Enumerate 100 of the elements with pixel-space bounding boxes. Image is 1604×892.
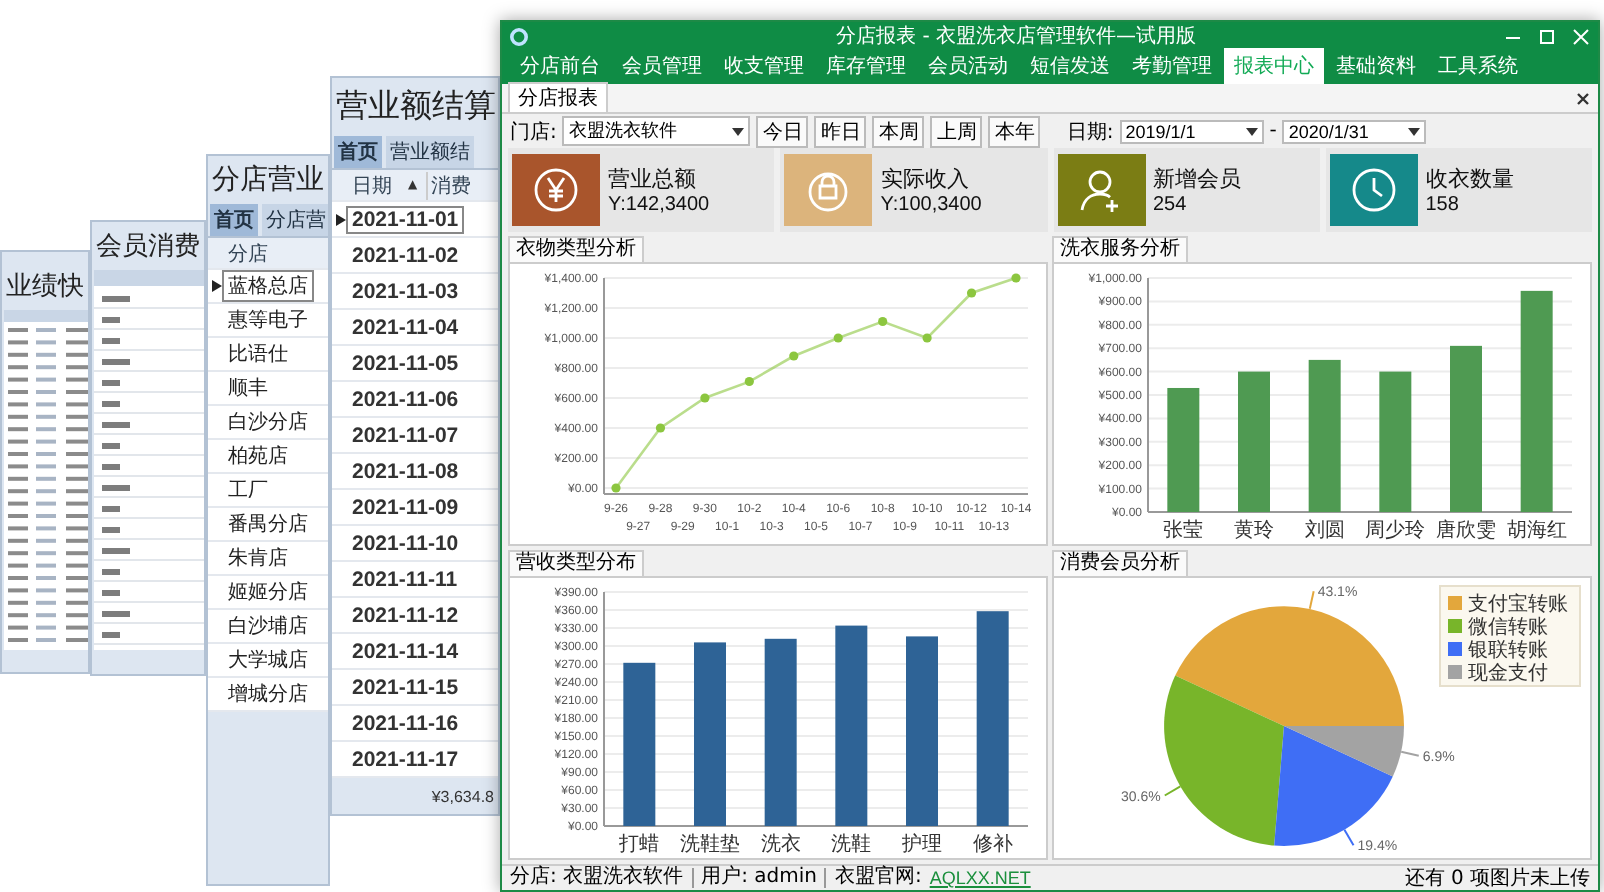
date-range-button[interactable]: 本周 xyxy=(872,115,925,147)
table-cell[interactable]: 2021-11-11 xyxy=(348,567,462,591)
data-point xyxy=(655,423,666,433)
legend-label: 现金支付 xyxy=(1468,663,1548,685)
card-value: 158 xyxy=(1425,194,1461,216)
table-cell[interactable]: 2021-11-14 xyxy=(348,639,463,663)
table-cell[interactable]: 2021-11-08 xyxy=(348,459,463,483)
legend-background xyxy=(1439,585,1581,687)
table-cell[interactable]: 2021-11-03 xyxy=(348,279,463,303)
table-cell[interactable]: 增城分店 xyxy=(224,680,312,708)
window-title: 业绩快 xyxy=(4,270,86,306)
data-point xyxy=(833,333,843,343)
table-cell[interactable]: 白沙埔店 xyxy=(224,612,312,640)
chart-tab[interactable]: 洗衣服务分析 xyxy=(1052,236,1188,262)
axis-category-label: 打蜡 xyxy=(619,834,660,856)
leader-line xyxy=(1400,750,1420,757)
card-value: 254 xyxy=(1153,194,1189,216)
website-link[interactable]: AQLXX.NET xyxy=(929,868,1031,888)
page-tab[interactable]: 分店报表 xyxy=(508,82,608,112)
table-cell[interactable]: 比语仕 xyxy=(224,340,292,368)
table-cell[interactable]: 2021-11-02 xyxy=(348,243,463,267)
table-cell[interactable]: 柏苑店 xyxy=(224,442,292,470)
table-cell[interactable]: 2021-11-16 xyxy=(348,711,463,735)
axis-category-label: 洗鞋 xyxy=(831,834,872,856)
date-range-button[interactable]: 上周 xyxy=(930,115,983,147)
table-cell[interactable]: 大学城店 xyxy=(224,646,312,674)
column-header[interactable]: 消费 xyxy=(425,171,472,199)
app-logo-icon xyxy=(510,27,528,45)
table-cell[interactable]: 工厂 xyxy=(224,476,272,504)
table-cell[interactable]: 姬姬分店 xyxy=(224,578,312,606)
table-cell[interactable]: 2021-11-10 xyxy=(348,531,463,555)
menu-tab[interactable]: 会员活动 xyxy=(918,48,1018,84)
table-cell[interactable]: 番禺分店 xyxy=(224,510,312,538)
status-user: 用户: admin xyxy=(701,868,827,888)
date-range-button[interactable]: 本年 xyxy=(988,115,1041,147)
axis-category-label: 洗鞋垫 xyxy=(680,834,740,856)
menu-tab[interactable]: 工具系统 xyxy=(1428,48,1528,84)
bar xyxy=(1167,388,1200,512)
axis-category-label: 周少玲 xyxy=(1365,520,1426,542)
legend-swatch xyxy=(1448,665,1462,679)
table-cell[interactable]: 2021-11-07 xyxy=(348,423,463,447)
table-cell[interactable]: 蓝格总店 xyxy=(224,272,312,300)
table-cell[interactable]: 2021-11-17 xyxy=(348,747,463,771)
close-icon[interactable] xyxy=(1576,91,1590,105)
chart-tab[interactable]: 消费会员分析 xyxy=(1052,550,1188,576)
chart-tab[interactable]: 衣物类型分析 xyxy=(508,236,644,262)
table-cell[interactable]: 惠等电子 xyxy=(224,306,312,334)
table-cell[interactable]: 朱肯店 xyxy=(224,544,292,572)
tab[interactable]: 首页 xyxy=(210,204,258,236)
window-title: 会员消费 xyxy=(94,230,202,266)
menu-tab[interactable]: 库存管理 xyxy=(816,48,916,84)
menu-tab[interactable]: 考勤管理 xyxy=(1122,48,1222,84)
table-cell[interactable]: 顺丰 xyxy=(224,374,272,402)
menu-tab[interactable]: 基础资料 xyxy=(1326,48,1426,84)
tab[interactable]: 首页 xyxy=(334,136,382,168)
leader-line xyxy=(1163,785,1182,797)
total-value: ¥3,634.8 xyxy=(429,786,496,810)
date-range-button[interactable]: 昨日 xyxy=(814,115,867,147)
axis-category-label: 胡海红 xyxy=(1506,520,1567,542)
end-date-field[interactable]: 2020/1/31 xyxy=(1282,119,1427,143)
date-range-button[interactable]: 今日 xyxy=(756,115,809,147)
axis-category-label: 唐欣雯 xyxy=(1436,520,1496,542)
table-cell[interactable]: 2021-11-04 xyxy=(348,315,463,339)
tab[interactable]: 营业额结 xyxy=(386,136,474,168)
chart-tab[interactable]: 营收类型分布 xyxy=(508,550,644,576)
menu-tab[interactable]: 分店前台 xyxy=(510,48,610,84)
table-cell[interactable]: 白沙分店 xyxy=(224,408,312,436)
status-site-label: 衣盟官网: xyxy=(834,868,922,888)
table-cell[interactable]: 2021-11-15 xyxy=(348,675,463,699)
card-label: 实际收入 xyxy=(880,164,971,194)
bar xyxy=(1238,371,1270,512)
start-date-field[interactable]: 2019/1/1 xyxy=(1119,119,1264,143)
menu-tab[interactable]: 短信发送 xyxy=(1020,48,1120,84)
leader-line xyxy=(1308,590,1315,610)
store-dropdown[interactable]: 衣盟洗衣软件 xyxy=(562,116,751,146)
menu-tab[interactable]: 会员管理 xyxy=(612,48,712,84)
clock-icon xyxy=(1349,166,1398,214)
axis-category-label: 黄玲 xyxy=(1234,520,1274,542)
data-point xyxy=(922,333,932,343)
axis-category-label: 刘圆 xyxy=(1304,520,1345,542)
table-cell[interactable]: 2021-11-05 xyxy=(348,351,463,375)
card-value: Y:142,3400 xyxy=(608,194,710,216)
axis-category-label: 洗衣 xyxy=(760,834,801,856)
tab[interactable]: 分店营 xyxy=(262,204,328,236)
window-title: 分店报表 - 衣盟洗衣店管理软件—试用版 xyxy=(834,23,1198,50)
data-point xyxy=(700,393,710,403)
store-label: 门店: xyxy=(510,119,557,145)
menu-tab[interactable]: 收支管理 xyxy=(714,48,814,84)
column-header[interactable]: 日期 xyxy=(348,171,396,199)
table-cell[interactable]: 2021-11-12 xyxy=(348,603,463,627)
card-label: 收衣数量 xyxy=(1425,164,1514,194)
date-label: 日期: xyxy=(1066,119,1114,145)
maximize-icon[interactable] xyxy=(1538,27,1556,45)
window-title: 营业额结算 xyxy=(334,84,498,128)
table-cell[interactable]: 2021-11-01 xyxy=(348,207,463,231)
leader-line xyxy=(1343,828,1355,847)
legend-label: 微信转账 xyxy=(1468,617,1548,639)
table-cell[interactable]: 2021-11-09 xyxy=(348,495,463,519)
table-cell[interactable]: 2021-11-06 xyxy=(348,387,463,411)
legend-label: 银联转账 xyxy=(1468,640,1548,662)
